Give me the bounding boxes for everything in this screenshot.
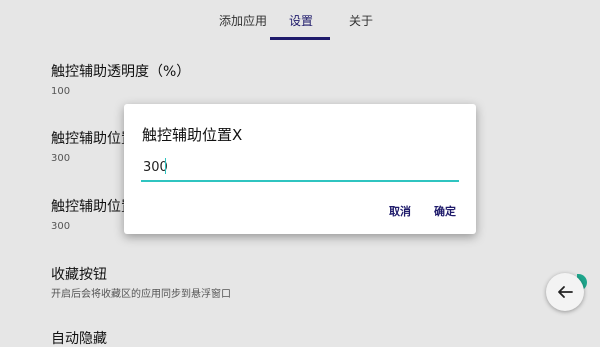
setting-title: 触控辅助透明度（%） [51, 64, 191, 80]
dialog-title: 触控辅助位置X [142, 126, 243, 144]
setting-auto-hide[interactable]: 自动隐藏 [51, 331, 107, 347]
tab-bar: 添加应用 设置 关于 [0, 0, 600, 42]
position-x-dialog: 触控辅助位置X 取消 确定 [124, 104, 476, 234]
text-caret [165, 158, 166, 174]
setting-title: 自动隐藏 [51, 331, 107, 347]
setting-value: 100 [51, 86, 71, 97]
position-x-input[interactable] [141, 154, 459, 182]
setting-title: 收藏按钮 [51, 267, 107, 283]
tab-about[interactable]: 关于 [349, 12, 373, 29]
setting-opacity[interactable]: 触控辅助透明度（%） 100 [51, 64, 190, 98]
back-fab-button[interactable] [546, 273, 584, 311]
cancel-button[interactable]: 取消 [389, 203, 411, 219]
setting-favorite-button[interactable]: 收藏按钮 开启后会将收藏区的应用同步到悬浮窗口 [51, 267, 231, 301]
setting-value: 开启后会将收藏区的应用同步到悬浮窗口 [51, 289, 231, 300]
tab-indicator [270, 37, 330, 40]
tab-settings[interactable]: 设置 [289, 12, 313, 29]
arrow-left-icon [558, 286, 573, 298]
tab-add-app[interactable]: 添加应用 [219, 12, 267, 29]
confirm-button[interactable]: 确定 [434, 203, 456, 219]
